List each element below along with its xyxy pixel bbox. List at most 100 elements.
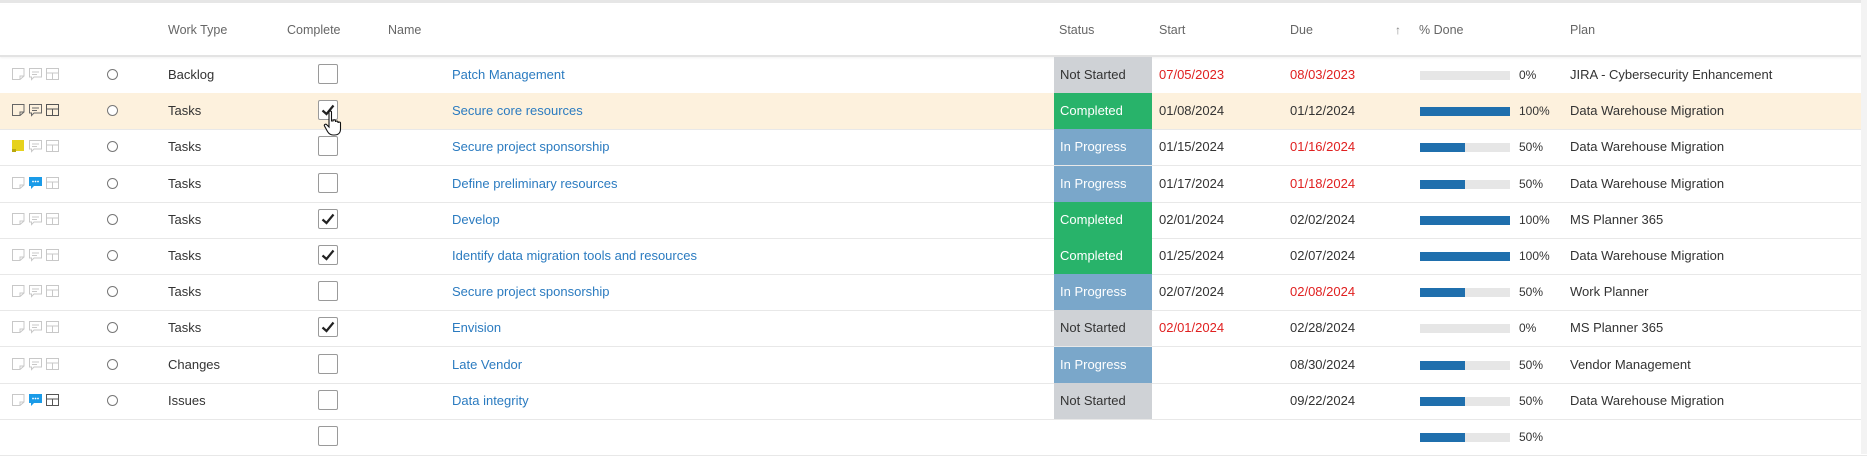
percent-done-label: 50%: [1519, 285, 1544, 300]
percent-done-label: 50%: [1519, 176, 1544, 191]
comment-icon[interactable]: [28, 284, 43, 298]
complete-checkbox[interactable]: [318, 317, 338, 338]
comment-icon[interactable]: [28, 357, 43, 371]
comment-icon[interactable]: [28, 320, 43, 335]
row-radio[interactable]: [107, 177, 118, 189]
board-icon[interactable]: [45, 357, 60, 371]
column-header-start[interactable]: Start: [1159, 5, 1185, 55]
row-icons: [11, 284, 62, 300]
plan-cell: Data Warehouse Migration: [1570, 248, 1725, 263]
comment-icon[interactable]: [28, 176, 43, 190]
note-icon[interactable]: [11, 176, 26, 190]
column-header-name[interactable]: Name: [388, 5, 421, 55]
complete-checkbox[interactable]: [318, 353, 338, 374]
progress-bar: [1420, 215, 1510, 225]
top-border: [0, 0, 1867, 3]
row-radio[interactable]: [107, 322, 118, 334]
comment-icon[interactable]: [28, 103, 43, 117]
note-icon[interactable]: [11, 212, 26, 226]
column-header-plan[interactable]: Plan: [1570, 5, 1595, 55]
note-icon[interactable]: [11, 393, 26, 407]
table-row[interactable]: Tasks Secure project sponsorship In Progre…: [0, 129, 1867, 167]
board-icon[interactable]: [45, 103, 60, 117]
row-radio[interactable]: [107, 394, 118, 406]
board-icon[interactable]: [45, 320, 60, 334]
complete-checkbox[interactable]: [318, 172, 338, 193]
work-type-cell: Tasks: [168, 103, 202, 119]
sort-ascending-icon[interactable]: ↑: [1395, 5, 1401, 55]
complete-checkbox[interactable]: [318, 64, 338, 84]
due-date-cell: 01/12/2024: [1290, 103, 1356, 119]
task-name-link[interactable]: Late Vendor: [452, 347, 522, 383]
task-name-link[interactable]: Data integrity: [452, 383, 529, 419]
note-icon[interactable]: [11, 357, 26, 371]
note-icon[interactable]: [11, 139, 26, 153]
comment-icon[interactable]: [28, 393, 43, 407]
status-badge: Completed: [1054, 238, 1152, 274]
comment-icon[interactable]: [28, 139, 43, 154]
row-radio[interactable]: [107, 213, 118, 225]
board-icon[interactable]: [45, 284, 60, 298]
table-row[interactable]: Tasks Envision Not Started 02/01/2024 02/28/…: [0, 310, 1867, 348]
progress-bar: [1420, 324, 1510, 334]
note-icon[interactable]: [11, 284, 26, 298]
table-row[interactable]: Tasks Identify data migration tools and r…: [0, 238, 1867, 275]
task-name-link[interactable]: Identify data migration tools and resour…: [452, 238, 697, 274]
task-name-link[interactable]: Secure project sponsorship: [452, 274, 610, 310]
task-name-link[interactable]: Patch Management: [452, 57, 565, 93]
table-row[interactable]: Backlog Patch Management Not Started 07/05/…: [0, 57, 1867, 94]
plan-cell: JIRA - Cybersecurity Enhancement: [1570, 67, 1773, 82]
comment-icon[interactable]: [28, 67, 43, 81]
task-name-link[interactable]: Develop: [452, 202, 500, 238]
column-header-pct-done[interactable]: % Done: [1419, 5, 1463, 55]
table-row[interactable]: Changes Late Vendor In Progress 08/30/2024 5…: [0, 346, 1867, 384]
column-header-due[interactable]: Due: [1290, 5, 1313, 55]
row-radio[interactable]: [107, 250, 118, 261]
board-icon[interactable]: [45, 212, 60, 226]
row-radio[interactable]: [107, 358, 118, 370]
table-row[interactable]: Tasks Define preliminary resources In Prog…: [0, 165, 1867, 203]
note-icon[interactable]: [11, 320, 26, 334]
row-radio[interactable]: [107, 69, 118, 80]
comment-icon[interactable]: [28, 212, 43, 226]
table-row[interactable]: Tasks Secure project sponsorship In Progre…: [0, 274, 1867, 312]
progress-bar: [1420, 143, 1510, 153]
work-type-cell: Tasks: [168, 284, 202, 300]
task-name-link[interactable]: Secure core resources: [452, 93, 583, 129]
complete-checkbox[interactable]: [318, 136, 338, 157]
row-radio[interactable]: [107, 141, 118, 153]
complete-checkbox[interactable]: [318, 245, 338, 265]
complete-checkbox[interactable]: [318, 208, 338, 229]
note-icon[interactable]: [11, 103, 26, 117]
board-icon[interactable]: [45, 67, 60, 81]
table-row[interactable]: Tasks Secure core resources Completed 01/08…: [0, 93, 1867, 131]
task-name-link[interactable]: Envision: [452, 310, 501, 346]
row-radio[interactable]: [107, 105, 118, 117]
column-header-status[interactable]: Status: [1059, 5, 1094, 55]
task-name-link[interactable]: Secure project sponsorship: [452, 129, 610, 165]
board-icon[interactable]: [45, 248, 60, 262]
note-icon[interactable]: [11, 67, 26, 81]
summary-progress-bar-fill: [1420, 433, 1465, 442]
table-row[interactable]: Issues Data integrity Not Started 09/22/202…: [0, 382, 1867, 420]
percent-done-label: 100%: [1519, 104, 1550, 119]
note-icon[interactable]: [11, 248, 26, 262]
complete-checkbox[interactable]: [318, 281, 338, 302]
column-header-work-type[interactable]: Work Type: [168, 5, 227, 55]
table-row[interactable]: Tasks Develop Completed 02/01/2024 02/02/202…: [0, 201, 1867, 239]
start-date-cell: 01/17/2024: [1159, 175, 1225, 191]
summary-complete-checkbox[interactable]: [318, 426, 338, 446]
row-icons: [11, 393, 62, 409]
vertical-scrollbar[interactable]: [1861, 0, 1867, 454]
row-radio[interactable]: [107, 286, 118, 298]
complete-checkbox[interactable]: [318, 389, 338, 410]
comment-icon[interactable]: [28, 248, 43, 262]
status-badge: Completed: [1054, 201, 1152, 238]
board-icon[interactable]: [45, 139, 60, 153]
task-name-link[interactable]: Define preliminary resources: [452, 166, 617, 202]
percent-done-label: 100%: [1519, 249, 1550, 263]
board-icon[interactable]: [45, 393, 60, 407]
board-icon[interactable]: [45, 176, 60, 190]
column-header-complete[interactable]: Complete: [287, 5, 341, 55]
progress-bar-fill: [1420, 143, 1465, 153]
